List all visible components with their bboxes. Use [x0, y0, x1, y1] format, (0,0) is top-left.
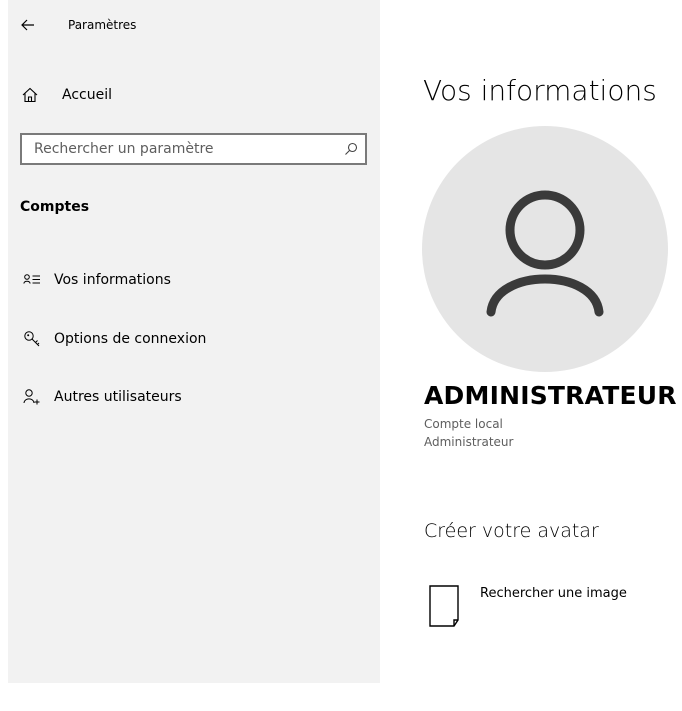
key-icon [20, 327, 44, 351]
back-button[interactable] [16, 13, 40, 37]
app-title: Paramètres [68, 18, 137, 32]
add-person-icon [20, 385, 44, 409]
sidebar-item-label: Vos informations [54, 272, 171, 288]
user-avatar-icon [486, 190, 604, 317]
account-type: Compte local [424, 417, 503, 431]
page-title: Vos informations [423, 74, 657, 107]
sidebar: Paramètres Accueil Comptes [8, 0, 380, 683]
sidebar-item-label: Accueil [62, 87, 112, 103]
user-name: ADMINISTRATEUR [424, 381, 677, 410]
section-title: Comptes [20, 199, 90, 215]
search-icon[interactable] [337, 142, 365, 156]
home-icon [20, 85, 40, 105]
back-arrow-icon [21, 19, 34, 31]
sidebar-item-sign-in-options[interactable]: Options de connexion [16, 319, 380, 359]
sidebar-item-label: Options de connexion [54, 331, 207, 347]
search-input[interactable] [22, 140, 337, 158]
contact-info-icon [20, 268, 44, 292]
sidebar-item-label: Autres utilisateurs [54, 389, 182, 405]
sidebar-item-home[interactable]: Accueil [20, 80, 112, 110]
avatar [422, 126, 668, 372]
browse-image-label: Rechercher une image [480, 586, 627, 601]
sidebar-item-your-info[interactable]: Vos informations [16, 260, 380, 300]
title-bar: Paramètres [16, 10, 136, 40]
browse-image-button[interactable]: Rechercher une image [428, 584, 627, 632]
search-box[interactable] [20, 133, 367, 165]
create-avatar-heading: Créer votre avatar [424, 520, 599, 542]
account-role: Administrateur [424, 435, 514, 449]
main-content: Vos informations ADMINISTRATEUR Compte l… [380, 0, 682, 711]
sidebar-item-other-users[interactable]: Autres utilisateurs [16, 377, 380, 417]
file-icon [428, 584, 464, 632]
settings-window: Paramètres Accueil Comptes [0, 0, 682, 711]
